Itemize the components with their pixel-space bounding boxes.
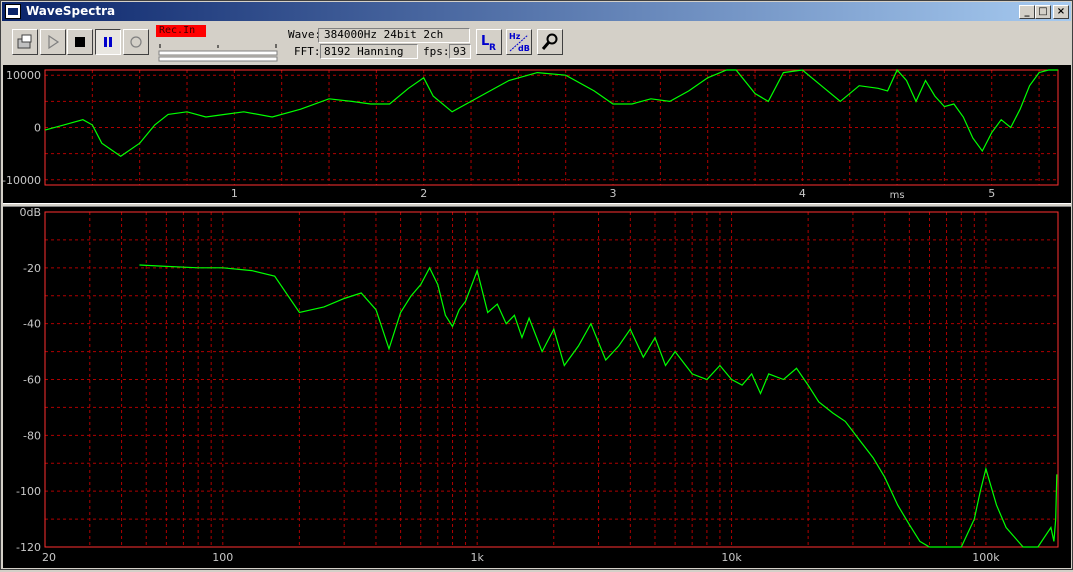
stop-icon bbox=[75, 37, 85, 47]
record-button[interactable] bbox=[123, 29, 149, 55]
spectrum-x-tick-label: 100k bbox=[972, 551, 1000, 564]
hz-db-icon: Hz dB bbox=[509, 32, 530, 53]
waveform-y-tick-label: 10000 bbox=[6, 69, 41, 82]
folder-icon bbox=[17, 34, 32, 49]
input-level-meter[interactable] bbox=[158, 42, 278, 62]
spectrum-x-tick-label: 20 bbox=[42, 551, 56, 564]
spectrum-y-tick-label: -100 bbox=[16, 485, 41, 498]
settings-button[interactable] bbox=[537, 29, 563, 55]
spectrum-y-tick-label: -120 bbox=[16, 541, 41, 554]
channel-lr-button[interactable]: LR bbox=[476, 29, 502, 55]
toolbar: Rec.In Wave: 384000Hz 24bit 2ch FFT: 819… bbox=[2, 22, 1071, 64]
waveform-pane[interactable]: 10000 0 -10000 1 2 3 4 5 ms bbox=[2, 65, 1071, 203]
svg-text:dB: dB bbox=[518, 44, 530, 53]
spectrum-x-tick-label: 1k bbox=[470, 551, 484, 564]
waveform-series-line bbox=[44, 68, 1058, 158]
app-icon[interactable] bbox=[5, 4, 21, 19]
svg-text:R: R bbox=[489, 43, 496, 52]
spectrum-chart[interactable]: 0dB -20 -40 -60 -80 -100 -12020 100 1k 10k 100k bbox=[3, 206, 1071, 568]
open-file-button[interactable] bbox=[12, 29, 38, 55]
waveform-y-tick-label: 0 bbox=[34, 122, 41, 135]
spectrum-x-tick-label: 10k bbox=[721, 551, 742, 564]
wave-label: Wave: bbox=[288, 28, 322, 41]
fps-value: 93 bbox=[449, 44, 471, 59]
waveform-x-tick-label: 4 bbox=[799, 187, 806, 200]
waveform-y-tick-label: -10000 bbox=[3, 174, 41, 187]
play-icon bbox=[48, 34, 60, 50]
waveform-x-axis-label: ms bbox=[890, 190, 905, 201]
waveform-chart[interactable]: 10000 0 -10000 1 2 3 4 5 ms bbox=[2, 65, 1071, 203]
record-icon bbox=[130, 36, 142, 48]
spectrum-pane[interactable]: 0dB -20 -40 -60 -80 -100 -120 20 100 1k 10k 100k bbox=[3, 206, 1071, 568]
play-button[interactable] bbox=[40, 29, 66, 55]
spectrum-x-tick-label: 100 bbox=[212, 551, 233, 564]
waveform-x-tick-label: 5 bbox=[988, 187, 995, 200]
waveform-x-tick-label: 2 bbox=[420, 187, 427, 200]
waveform-x-tick-label: 3 bbox=[610, 187, 617, 200]
maximize-button[interactable]: □ bbox=[1035, 5, 1051, 19]
window-title: WaveSpectra bbox=[26, 4, 116, 18]
stop-button[interactable] bbox=[67, 29, 93, 55]
svg-text:Hz: Hz bbox=[509, 32, 521, 41]
pause-icon bbox=[104, 37, 112, 47]
spectrum-y-tick-label: -40 bbox=[23, 318, 41, 331]
fft-label: FFT: bbox=[294, 45, 321, 58]
fps-label: fps: bbox=[423, 45, 450, 58]
spectrum-y-tick-label: -80 bbox=[23, 429, 41, 442]
wrench-icon bbox=[541, 33, 558, 50]
waveform-x-tick-label: 1 bbox=[231, 187, 238, 200]
close-button[interactable]: × bbox=[1053, 5, 1069, 19]
lr-icon: LR bbox=[481, 34, 496, 52]
spectrum-y-tick-label: -60 bbox=[23, 374, 41, 387]
spectrum-y-tick-label: 0dB bbox=[19, 207, 41, 219]
minimize-button[interactable]: _ bbox=[1019, 5, 1035, 19]
rec-in-label: Rec.In bbox=[156, 25, 206, 37]
hz-db-button[interactable]: Hz dB bbox=[506, 29, 532, 55]
wave-format-field bbox=[318, 28, 470, 43]
title-bar[interactable]: WaveSpectra _ □ × bbox=[2, 2, 1071, 21]
app-window: WaveSpectra _ □ × Rec.In Wave: 384000Hz … bbox=[0, 0, 1073, 570]
pause-button[interactable] bbox=[95, 29, 121, 55]
fft-value: 8192 Hanning bbox=[320, 44, 418, 59]
spectrum-y-tick-label: -20 bbox=[23, 262, 41, 275]
